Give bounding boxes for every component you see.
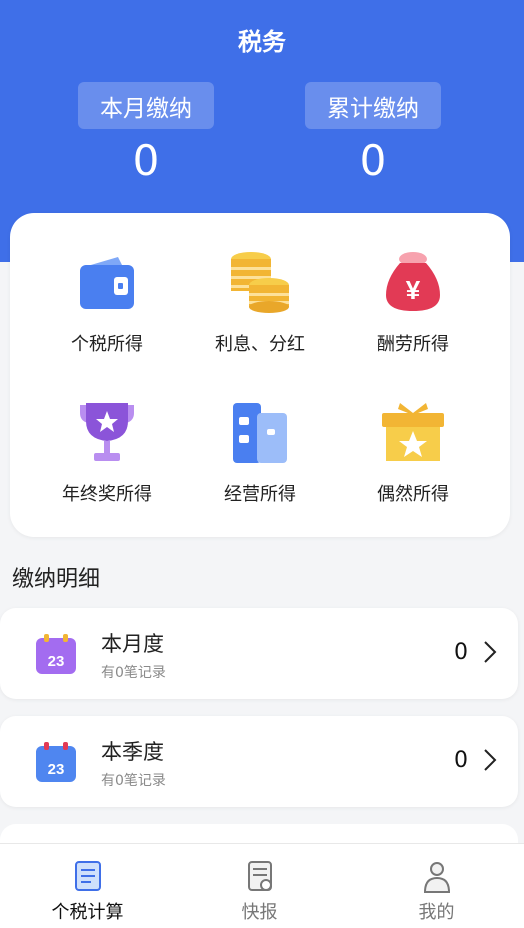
row-value: 0 <box>454 640 468 665</box>
svg-text:23: 23 <box>48 761 65 778</box>
report-icon <box>247 861 272 891</box>
tab-label: 快报 <box>241 902 278 923</box>
category-remuneration[interactable]: ¥ 酬劳所得 <box>330 249 496 379</box>
tab-label: 我的 <box>418 902 455 923</box>
monthly-payment-label: 本月缴纳 <box>78 82 214 129</box>
category-label: 年终奖所得 <box>62 484 152 505</box>
row-value: 0 <box>454 748 468 773</box>
row-subtitle: 有0笔记录 <box>101 665 166 681</box>
money-bag-icon: ¥ <box>386 252 440 311</box>
category-label: 酬劳所得 <box>377 334 449 355</box>
bottom-tab-bar: 个税计算 快报 我的 <box>0 843 524 928</box>
calculator-doc-icon <box>74 861 101 891</box>
coins-icon <box>231 252 289 313</box>
svg-text:23: 23 <box>48 653 65 670</box>
section-title: 缴纳明细 <box>12 567 101 592</box>
trophy-icon <box>80 403 134 461</box>
category-interest-dividend[interactable]: 利息、分红 <box>177 249 343 379</box>
calendar-icon: 23 <box>36 742 76 782</box>
tab-news[interactable]: 快报 <box>172 844 347 928</box>
wallet-icon <box>80 257 134 309</box>
monthly-payment-value: 0 <box>132 136 160 185</box>
category-business-income[interactable]: 经营所得 <box>177 399 343 529</box>
page-title: 税务 <box>238 28 286 56</box>
category-label: 经营所得 <box>224 484 296 505</box>
category-incidental-income[interactable]: 偶然所得 <box>330 399 496 529</box>
total-payment-value: 0 <box>359 136 387 185</box>
svg-text:¥: ¥ <box>406 275 421 305</box>
tab-label: 个税计算 <box>51 902 124 923</box>
category-label: 个税所得 <box>71 334 143 355</box>
category-salary-income[interactable]: 个税所得 <box>24 249 190 379</box>
row-title: 本季度 <box>101 740 164 764</box>
person-icon <box>423 862 450 893</box>
total-payment-label: 累计缴纳 <box>305 82 441 129</box>
row-subtitle: 有0笔记录 <box>101 773 166 789</box>
income-category-card: 个税所得 利息、分红 ¥ 酬劳所得 年终奖所得 经营所得 偶然所得 <box>10 213 510 537</box>
chevron-right-icon <box>484 641 497 663</box>
detail-row-month[interactable]: 23 本月度 有0笔记录 0 <box>0 608 518 699</box>
gift-box-icon <box>382 403 444 461</box>
chevron-right-icon <box>484 749 497 771</box>
category-label: 偶然所得 <box>377 484 449 505</box>
calendar-icon: 23 <box>36 634 76 674</box>
building-icon <box>233 403 287 463</box>
row-title: 本月度 <box>101 632 164 656</box>
category-label: 利息、分红 <box>215 334 305 355</box>
tab-tax-calculation[interactable]: 个税计算 <box>0 844 175 928</box>
category-year-end-bonus[interactable]: 年终奖所得 <box>24 399 190 529</box>
tab-mine[interactable]: 我的 <box>349 844 524 928</box>
detail-row-quarter[interactable]: 23 本季度 有0笔记录 0 <box>0 716 518 807</box>
